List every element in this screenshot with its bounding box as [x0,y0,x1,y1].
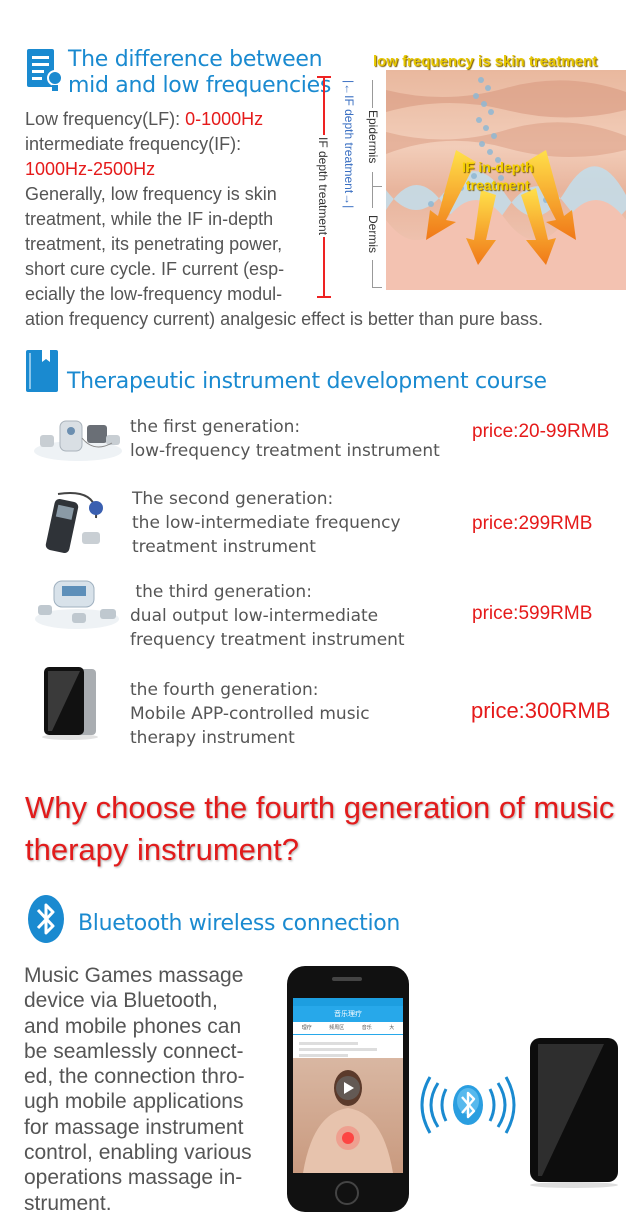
diagram-top-label: low frequency is skin treatment [373,53,598,70]
gen-line: The second generation: [132,489,334,509]
section-title: Bluetooth wireless connection [78,911,401,936]
diagram-if-label-2: treatment [465,177,530,193]
phone-screen: 音乐理疗 理疗 频周区 音乐 大 [293,998,403,1173]
gen4-text: the fourth generation: Mobile APP-contro… [130,678,370,750]
if-label: intermediate frequency(IF): [25,134,242,154]
music-therapy-device-image [528,1036,620,1188]
section-title: Therapeutic instrument development cours… [67,369,547,394]
gen1-text: the first generation: low-frequency trea… [130,415,440,463]
gen-line: therapy instrument [130,728,295,748]
if-depth-label-blue: |←IF depth treatment→| [342,80,356,209]
gen-line: Mobile APP-controlled music [130,704,370,724]
book-icon [26,350,58,397]
phone-tab[interactable]: 理疗 [302,1022,312,1034]
phone-tabs: 理疗 频周区 音乐 大 [293,1022,403,1035]
para-line: treatment, while the IF in-depth [25,209,274,229]
bluetooth-signal-icon [418,1075,518,1140]
frequency-text: Low frequency(LF): 0-1000Hz intermediate… [25,107,325,307]
gen-line: dual output low-intermediate [130,606,379,626]
phone-tab[interactable]: 音乐 [362,1022,372,1034]
massage-photo [293,1058,403,1173]
epidermis-label: Epidermis [366,110,380,164]
lf-value: 0-1000Hz [185,109,264,129]
lf-label: Low frequency(LF): [25,109,186,129]
title-line-2: mid and low frequencies [68,73,331,98]
if-depth-label: IF depth treatment [316,135,330,238]
gen2-text: The second generation: the low-intermedi… [132,487,401,559]
para-line: short cure cycle. IF current (esp- [25,259,285,279]
phone-app-header: 音乐理疗 [293,1006,403,1022]
title-line-1: The difference between [68,47,323,72]
gen4-image [40,665,102,741]
gen-line: the third generation: [130,582,312,602]
depth-bracket-top [317,76,331,78]
why-line-2: therapy instrument? [25,832,299,867]
dermis-label: Dermis [366,215,380,253]
phone-speaker [332,977,362,981]
bracket-line [372,80,373,108]
gen1-price: price:20-99RMB [472,421,610,442]
bracket-tick [372,186,382,187]
bluetooth-icon [26,894,66,949]
bracket-line [372,260,373,288]
gen3-price: price:599RMB [472,603,593,624]
para-line: device via Bluetooth, [24,989,218,1013]
diagram-if-label-1: IF in-depth [462,159,534,175]
para-line: operations massage in- [24,1166,243,1190]
bracket-tick [372,287,382,288]
phone-tab[interactable]: 大 [389,1022,394,1034]
phone-tab[interactable]: 频周区 [329,1022,344,1034]
gen-line: the fourth generation: [130,680,319,700]
gen3-text: the third generation: dual output low-in… [130,580,405,652]
section-title: The difference between mid and low frequ… [68,47,331,99]
phone-statusbar [293,998,403,1006]
gen2-price: price:299RMB [472,513,593,534]
para-line: treatment, its penetrating power, [25,234,283,254]
gen-line: the first generation: [130,417,301,437]
diagram-if-label: IF in-depth treatment [462,158,534,194]
para-line: and mobile phones can [24,1014,242,1038]
why-heading: Why choose the fourth generation of musi… [25,787,635,871]
bracket-line [372,172,373,208]
why-line-1: Why choose the fourth generation of musi… [25,790,615,825]
smartphone-image: 音乐理疗 理疗 频周区 音乐 大 [287,966,409,1212]
para-line: ed, the connection thro- [24,1065,245,1089]
para-line: ugh mobile applications [24,1090,244,1114]
bluetooth-text: Music Games massage device via Bluetooth… [24,963,294,1216]
depth-bracket-bottom [317,296,331,298]
para-last-line: ation frequency current) analgesic effec… [25,309,543,329]
phone-home-button [335,1181,359,1205]
para-line: be seamlessly connect- [24,1039,244,1063]
para-line: ecially the low-frequency modul- [25,284,283,304]
gen3-image [32,575,122,631]
gen-line: treatment instrument [132,537,316,557]
document-lightbulb-icon [27,49,63,93]
gen-line: low-frequency treatment instrument [130,441,440,461]
gen1-image [32,413,124,463]
gen2-image [38,488,108,556]
para-line: strument. [24,1191,112,1215]
para-line: control, enabling various [24,1141,252,1165]
para-line: Music Games massage [24,964,244,987]
gen-line: frequency treatment instrument [130,630,405,650]
if-value: 1000Hz-2500Hz [25,159,156,179]
para-line: for massage instrument [24,1115,244,1139]
gen4-price: price:300RMB [471,698,611,723]
lf-row: Low frequency(LF): 0-1000Hz [25,107,325,132]
gen-line: the low-intermediate frequency [132,513,401,533]
para-line: Generally, low frequency is skin [25,184,277,204]
